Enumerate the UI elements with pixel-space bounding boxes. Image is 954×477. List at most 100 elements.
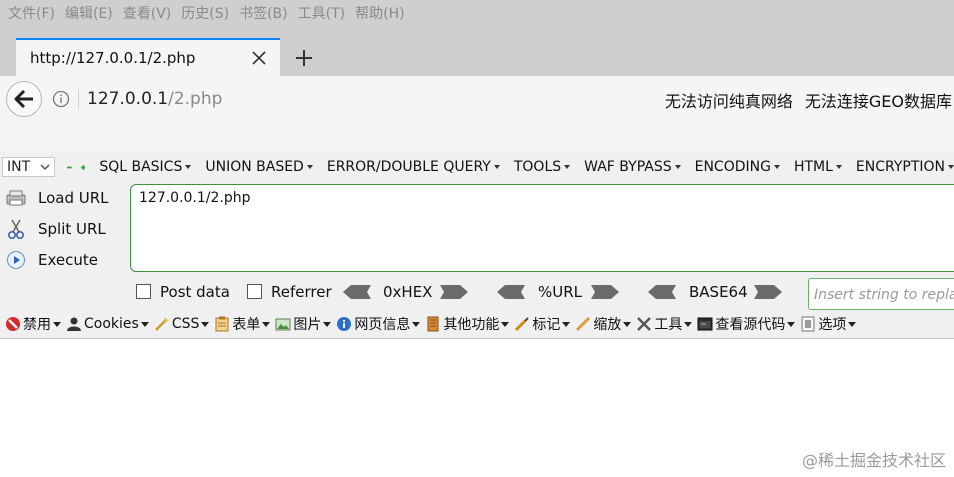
wd-css-label: CSS bbox=[171, 316, 200, 332]
execute-label: Execute bbox=[38, 250, 98, 269]
menu-encryption[interactable]: ENCRYPTION bbox=[856, 159, 954, 175]
hackbar-actions: Load URL Split URL Execute bbox=[0, 182, 125, 275]
new-tab-button[interactable] bbox=[292, 46, 316, 70]
wd-cookies-label: Cookies bbox=[84, 316, 139, 332]
url-host: 127.0.0.1 bbox=[87, 89, 169, 109]
arrow-left-icon bbox=[14, 90, 33, 108]
url-textarea-value: 127.0.0.1/2.php bbox=[139, 190, 251, 206]
wd-css-menu[interactable]: CSS bbox=[153, 315, 210, 333]
plus-icon bbox=[296, 50, 312, 66]
menu-help[interactable]: 帮助(H) bbox=[355, 3, 404, 23]
menu-edit[interactable]: 编辑(E) bbox=[65, 3, 113, 23]
load-url-label: Load URL bbox=[38, 188, 109, 207]
wd-misc-label: 其他功能 bbox=[443, 317, 500, 333]
back-button[interactable] bbox=[6, 81, 42, 117]
menu-tools[interactable]: 工具(T) bbox=[298, 3, 345, 23]
replace-placeholder: Insert string to replace bbox=[814, 287, 954, 303]
play-icon bbox=[4, 248, 28, 272]
url-path: /2.php bbox=[168, 89, 223, 109]
wd-outline-menu[interactable]: 标记 bbox=[513, 314, 570, 334]
menu-sql-basics[interactable]: SQL BASICS bbox=[99, 159, 191, 175]
post-data-checkbox[interactable] bbox=[136, 284, 151, 299]
info-icon bbox=[335, 315, 353, 333]
hex-label: 0xHEX bbox=[383, 283, 433, 301]
toolbar-spacer bbox=[0, 122, 954, 152]
menu-html[interactable]: HTML bbox=[794, 159, 842, 175]
wd-options-menu[interactable]: 选项 bbox=[799, 314, 856, 334]
status-geo-db: 无法连接GEO数据库 bbox=[804, 92, 952, 111]
split-url-label: Split URL bbox=[38, 219, 106, 238]
watermark: @稀土掘金技术社区 bbox=[801, 451, 946, 470]
url-textarea[interactable]: 127.0.0.1/2.php bbox=[130, 184, 954, 272]
wd-cookies-menu[interactable]: Cookies bbox=[65, 315, 149, 333]
wd-misc-menu[interactable]: 其他功能 bbox=[424, 314, 509, 334]
wd-images-menu[interactable]: 图片 bbox=[274, 314, 331, 334]
load-url-icon bbox=[4, 186, 28, 210]
execute-button[interactable]: Execute bbox=[0, 244, 125, 275]
css-icon bbox=[153, 315, 171, 333]
wd-options-label: 选项 bbox=[818, 317, 847, 333]
hackbar-panel: INT SQL BASICS UNION BASED ERROR/DOUBLE … bbox=[0, 152, 954, 310]
wd-outline-label: 标记 bbox=[532, 317, 561, 333]
url-decode-arrow-icon[interactable] bbox=[497, 285, 525, 299]
form-icon bbox=[213, 315, 231, 333]
source-icon bbox=[696, 315, 714, 333]
wd-forms-label: 表单 bbox=[232, 317, 261, 333]
wd-disable-label: 禁用 bbox=[23, 317, 51, 333]
menu-union-based[interactable]: UNION BASED bbox=[205, 159, 313, 175]
url-separator bbox=[78, 89, 79, 109]
wd-disable-menu[interactable]: 禁用 bbox=[4, 314, 61, 334]
wd-resize-label: 缩放 bbox=[593, 317, 622, 333]
url-encode-arrow-icon[interactable] bbox=[591, 285, 619, 299]
info-icon[interactable] bbox=[52, 90, 70, 108]
tools-icon bbox=[635, 315, 653, 333]
wd-images-label: 图片 bbox=[293, 317, 322, 333]
base64-encode-arrow-icon[interactable] bbox=[754, 285, 782, 299]
menu-bar: 文件(F) 编辑(E) 查看(V) 历史(S) 书签(B) 工具(T) 帮助(H… bbox=[0, 0, 954, 26]
url-label: %URL bbox=[538, 283, 583, 301]
menu-tools[interactable]: TOOLS bbox=[514, 159, 570, 175]
web-developer-toolbar: 禁用 Cookies CSS 表单 图片 网页信息 其他功能 标记 缩放 工具 … bbox=[0, 310, 954, 339]
menu-file[interactable]: 文件(F) bbox=[8, 3, 55, 23]
wd-info-menu[interactable]: 网页信息 bbox=[335, 314, 420, 334]
hex-decode-arrow-icon[interactable] bbox=[343, 285, 371, 299]
hackbar-options-row: Post data Referrer 0xHEX %URL BASE64 Ins… bbox=[0, 278, 954, 310]
disable-icon bbox=[4, 315, 22, 333]
menu-waf-bypass[interactable]: WAF BYPASS bbox=[584, 159, 680, 175]
menu-encoding[interactable]: ENCODING bbox=[695, 159, 780, 175]
hex-encode-arrow-icon[interactable] bbox=[440, 285, 468, 299]
wd-tools-menu[interactable]: 工具 bbox=[635, 314, 692, 334]
addon-status: 无法访问纯真网络 无法连接GEO数据库 bbox=[665, 88, 954, 112]
status-ip-db: 无法访问纯真网络 bbox=[664, 92, 793, 111]
type-select-value: INT bbox=[7, 159, 31, 175]
tab-title: http://127.0.0.1/2.php bbox=[30, 49, 196, 67]
split-url-button[interactable]: Split URL bbox=[0, 213, 125, 244]
menu-view[interactable]: 查看(V) bbox=[123, 3, 172, 23]
minus-icon[interactable] bbox=[66, 162, 72, 173]
wd-forms-menu[interactable]: 表单 bbox=[213, 314, 270, 334]
type-select[interactable]: INT bbox=[2, 157, 55, 177]
wd-source-menu[interactable]: 查看源代码 bbox=[696, 314, 795, 334]
referrer-label: Referrer bbox=[271, 283, 332, 301]
post-data-label: Post data bbox=[160, 283, 230, 301]
base64-decode-arrow-icon[interactable] bbox=[648, 285, 676, 299]
close-icon[interactable] bbox=[248, 47, 270, 69]
plus-icon[interactable] bbox=[80, 162, 86, 173]
menu-error-double-query[interactable]: ERROR/DOUBLE QUERY bbox=[327, 159, 500, 175]
tab-strip: http://127.0.0.1/2.php bbox=[0, 26, 954, 76]
referrer-checkbox[interactable] bbox=[247, 284, 262, 299]
wd-tools-label: 工具 bbox=[654, 317, 683, 333]
wd-info-label: 网页信息 bbox=[354, 317, 411, 333]
chevron-down-icon bbox=[40, 164, 50, 170]
options-icon bbox=[799, 315, 817, 333]
outline-icon bbox=[513, 315, 531, 333]
nav-bar: 127.0.0.1/2.php 无法访问纯真网络 无法连接GEO数据库 bbox=[0, 76, 954, 122]
menu-history[interactable]: 历史(S) bbox=[181, 3, 229, 23]
load-url-button[interactable]: Load URL bbox=[0, 182, 125, 213]
image-icon bbox=[274, 315, 292, 333]
hackbar-menu-row: INT SQL BASICS UNION BASED ERROR/DOUBLE … bbox=[0, 156, 954, 178]
tab-active[interactable]: http://127.0.0.1/2.php bbox=[16, 38, 280, 76]
wd-resize-menu[interactable]: 缩放 bbox=[574, 314, 631, 334]
replace-input[interactable]: Insert string to replace bbox=[808, 278, 954, 310]
menu-bookmarks[interactable]: 书签(B) bbox=[239, 3, 288, 23]
